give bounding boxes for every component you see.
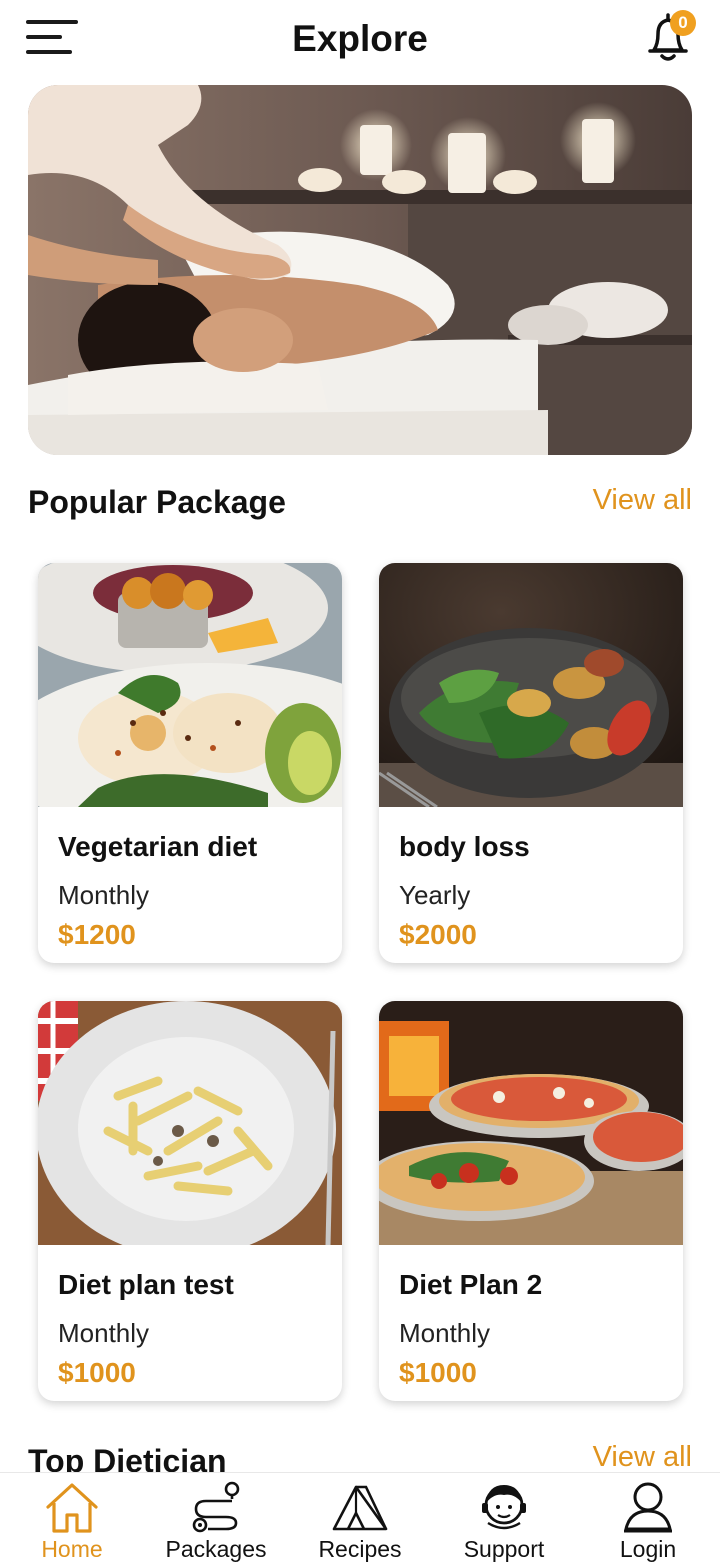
nav-label-login: Login [619,1536,677,1562]
notification-badge: 0 [670,10,696,36]
package-period: Monthly [58,1318,150,1348]
section-title-popular: Popular Package [28,484,286,520]
package-price: $2000 [399,919,477,950]
page-title: Explore [292,18,428,59]
nav-item-packages[interactable]: Packages [144,1473,288,1564]
package-price: $1000 [399,1357,477,1388]
package-card[interactable]: Vegetarian diet Monthly $1200 [38,563,342,963]
support-agent-icon [482,1485,526,1530]
package-image [379,563,683,807]
nav-item-recipes[interactable]: Recipes [288,1473,432,1564]
route-icon [192,1481,240,1533]
nav-item-home[interactable]: Home [0,1473,144,1564]
package-name: Diet plan test [58,1269,234,1300]
bottom-navigation: Home Packages Recipes Support Login [0,1472,720,1564]
spa-massage-image [28,85,692,455]
nav-item-support[interactable]: Support [432,1473,576,1564]
view-all-popular-link[interactable]: View all [593,484,692,517]
app-header: Explore 0 [0,0,720,80]
tent-icon [332,1485,388,1531]
package-card[interactable]: Diet Plan 2 Monthly $1000 [379,1001,683,1401]
package-card[interactable]: body loss Yearly $2000 [379,563,683,963]
hero-banner[interactable] [28,85,692,455]
nav-label-recipes: Recipes [318,1536,402,1562]
nav-label-home: Home [41,1536,103,1562]
package-image [38,563,342,807]
nav-label-support: Support [463,1536,545,1562]
package-price: $1200 [58,919,136,950]
package-price: $1000 [58,1357,136,1388]
nav-label-packages: Packages [165,1536,267,1562]
home-icon [46,1483,98,1533]
package-period: Monthly [399,1318,491,1348]
package-name: Vegetarian diet [58,831,258,862]
package-image [379,1001,683,1245]
package-name: Diet Plan 2 [399,1269,543,1300]
user-icon [624,1482,672,1533]
package-card[interactable]: Diet plan test Monthly $1000 [38,1001,342,1401]
package-period: Yearly [399,880,471,910]
package-name: body loss [399,831,530,862]
package-image [38,1001,342,1245]
view-all-dietician-link[interactable]: View all [593,1441,692,1474]
package-period: Monthly [58,880,150,910]
nav-item-login[interactable]: Login [576,1473,720,1564]
